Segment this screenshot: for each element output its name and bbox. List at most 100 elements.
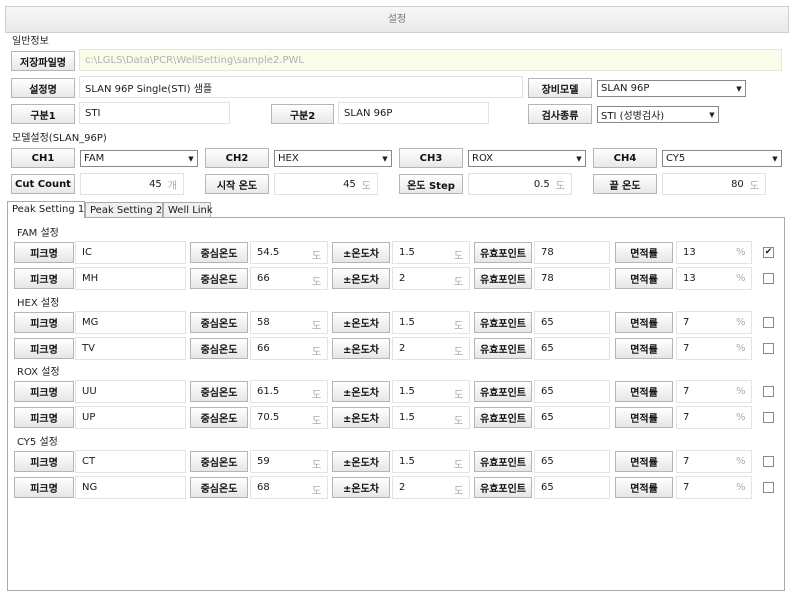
- peak-name-label: 피크명: [14, 381, 74, 402]
- start-temp-field[interactable]: 45 도: [274, 173, 378, 195]
- device-model-label: 장비모델: [528, 78, 592, 98]
- start-temp-label: 시작 온도: [205, 174, 269, 194]
- peak-enable-checkbox[interactable]: [763, 343, 774, 354]
- temp-diff-label: ±온도차: [332, 381, 390, 402]
- area-ratio-unit: %: [736, 412, 746, 423]
- center-temp-unit: 도: [312, 416, 322, 427]
- temp-step-label: 온도 Step: [399, 174, 463, 194]
- center-temp-label: 중심온도: [190, 407, 248, 428]
- end-temp-value: 80: [731, 178, 744, 190]
- peak-enable-checkbox[interactable]: [763, 386, 774, 397]
- peak-enable-checkbox[interactable]: [763, 412, 774, 423]
- peak-name-field[interactable]: UU: [75, 380, 186, 403]
- peak-name-label: 피크명: [14, 451, 74, 472]
- peak-name-field[interactable]: MH: [75, 267, 186, 290]
- category2-label: 구분2: [271, 104, 334, 124]
- peak-enable-checkbox[interactable]: [763, 317, 774, 328]
- temp-diff-unit: 도: [454, 277, 464, 288]
- center-temp-label: 중심온도: [190, 242, 248, 263]
- center-temp-label: 중심온도: [190, 312, 248, 333]
- ch1-value: FAM: [84, 153, 105, 164]
- peak-name-field[interactable]: UP: [75, 406, 186, 429]
- cut-count-field[interactable]: 45 개: [80, 173, 184, 195]
- tab-peak-setting-1[interactable]: Peak Setting 1: [7, 201, 85, 218]
- cut-count-unit: 개: [167, 180, 177, 192]
- center-temp-unit: 도: [312, 251, 322, 262]
- center-temp-unit: 도: [312, 460, 322, 471]
- peak-enable-checkbox[interactable]: [763, 482, 774, 493]
- area-ratio-label: 면적률: [615, 268, 673, 289]
- peak-name-label: 피크명: [14, 268, 74, 289]
- valid-points-field[interactable]: 65: [534, 337, 610, 360]
- chevron-down-icon: ▼: [382, 154, 388, 163]
- chevron-down-icon: ▼: [709, 110, 715, 119]
- valid-points-label: 유효포인트: [474, 268, 532, 289]
- valid-points-label: 유효포인트: [474, 338, 532, 359]
- center-temp-label: 중심온도: [190, 477, 248, 498]
- peak-enable-checkbox[interactable]: [763, 273, 774, 284]
- area-ratio-label: 면적률: [615, 451, 673, 472]
- temp-step-unit: 도: [555, 180, 565, 192]
- ch3-label: CH3: [399, 148, 463, 168]
- valid-points-label: 유효포인트: [474, 407, 532, 428]
- peak-enable-checkbox[interactable]: [763, 456, 774, 467]
- temp-diff-label: ±온도차: [332, 407, 390, 428]
- ch1-select[interactable]: FAM ▼: [80, 150, 198, 167]
- category1-field[interactable]: STI: [79, 102, 230, 124]
- peak-name-label: 피크명: [14, 338, 74, 359]
- tab-well-link[interactable]: Well Link: [163, 202, 213, 218]
- tab-peak-setting-2[interactable]: Peak Setting 2: [85, 202, 163, 218]
- center-temp-label: 중심온도: [190, 451, 248, 472]
- center-temp-label: 중심온도: [190, 338, 248, 359]
- ch3-select[interactable]: ROX ▼: [468, 150, 586, 167]
- ch4-select[interactable]: CY5 ▼: [662, 150, 782, 167]
- temp-step-field[interactable]: 0.5 도: [468, 173, 572, 195]
- valid-points-field[interactable]: 78: [534, 267, 610, 290]
- peak-name-label: 피크명: [14, 477, 74, 498]
- area-ratio-label: 면적률: [615, 242, 673, 263]
- device-model-select[interactable]: SLAN 96P ▼: [597, 80, 746, 97]
- valid-points-field[interactable]: 65: [534, 311, 610, 334]
- setting-name-field[interactable]: SLAN 96P Single(STI) 샘플: [79, 76, 523, 98]
- peak-enable-checkbox[interactable]: ✔: [763, 247, 774, 258]
- group-title: FAM 설정: [17, 228, 59, 239]
- peak-name-field[interactable]: MG: [75, 311, 186, 334]
- start-temp-value: 45: [343, 178, 356, 190]
- temp-diff-unit: 도: [454, 347, 464, 358]
- area-ratio-unit: %: [736, 386, 746, 397]
- valid-points-field[interactable]: 65: [534, 476, 610, 499]
- peak-name-field[interactable]: CT: [75, 450, 186, 473]
- area-ratio-label: 면적률: [615, 477, 673, 498]
- peak-name-field[interactable]: TV: [75, 337, 186, 360]
- center-temp-unit: 도: [312, 277, 322, 288]
- ch4-label: CH4: [593, 148, 657, 168]
- valid-points-field[interactable]: 65: [534, 450, 610, 473]
- temp-diff-label: ±온도차: [332, 451, 390, 472]
- ch2-select[interactable]: HEX ▼: [274, 150, 392, 167]
- peak-name-field[interactable]: IC: [75, 241, 186, 264]
- end-temp-label: 끝 온도: [593, 174, 657, 194]
- peak-name-field[interactable]: NG: [75, 476, 186, 499]
- start-temp-unit: 도: [361, 180, 371, 192]
- valid-points-field[interactable]: 65: [534, 406, 610, 429]
- temp-diff-label: ±온도차: [332, 312, 390, 333]
- valid-points-field[interactable]: 65: [534, 380, 610, 403]
- test-type-select[interactable]: STI (성병검사) ▼: [597, 106, 719, 123]
- center-temp-label: 중심온도: [190, 268, 248, 289]
- chevron-down-icon: ▼: [188, 154, 194, 163]
- temp-diff-label: ±온도차: [332, 338, 390, 359]
- temp-diff-label: ±온도차: [332, 242, 390, 263]
- center-temp-unit: 도: [312, 390, 322, 401]
- chevron-down-icon: ▼: [576, 154, 582, 163]
- cut-count-value: 45: [149, 178, 162, 190]
- ch4-value: CY5: [666, 153, 686, 164]
- category2-field[interactable]: SLAN 96P: [338, 102, 489, 124]
- save-file-field[interactable]: c:\LGLS\Data\PCR\WellSetting\sample2.PWL: [79, 49, 782, 71]
- valid-points-field[interactable]: 78: [534, 241, 610, 264]
- area-ratio-label: 면적률: [615, 338, 673, 359]
- end-temp-field[interactable]: 80 도: [662, 173, 766, 195]
- ch2-label: CH2: [205, 148, 269, 168]
- temp-diff-label: ±온도차: [332, 268, 390, 289]
- temp-diff-unit: 도: [454, 251, 464, 262]
- save-file-label: 저장파일명: [11, 51, 75, 71]
